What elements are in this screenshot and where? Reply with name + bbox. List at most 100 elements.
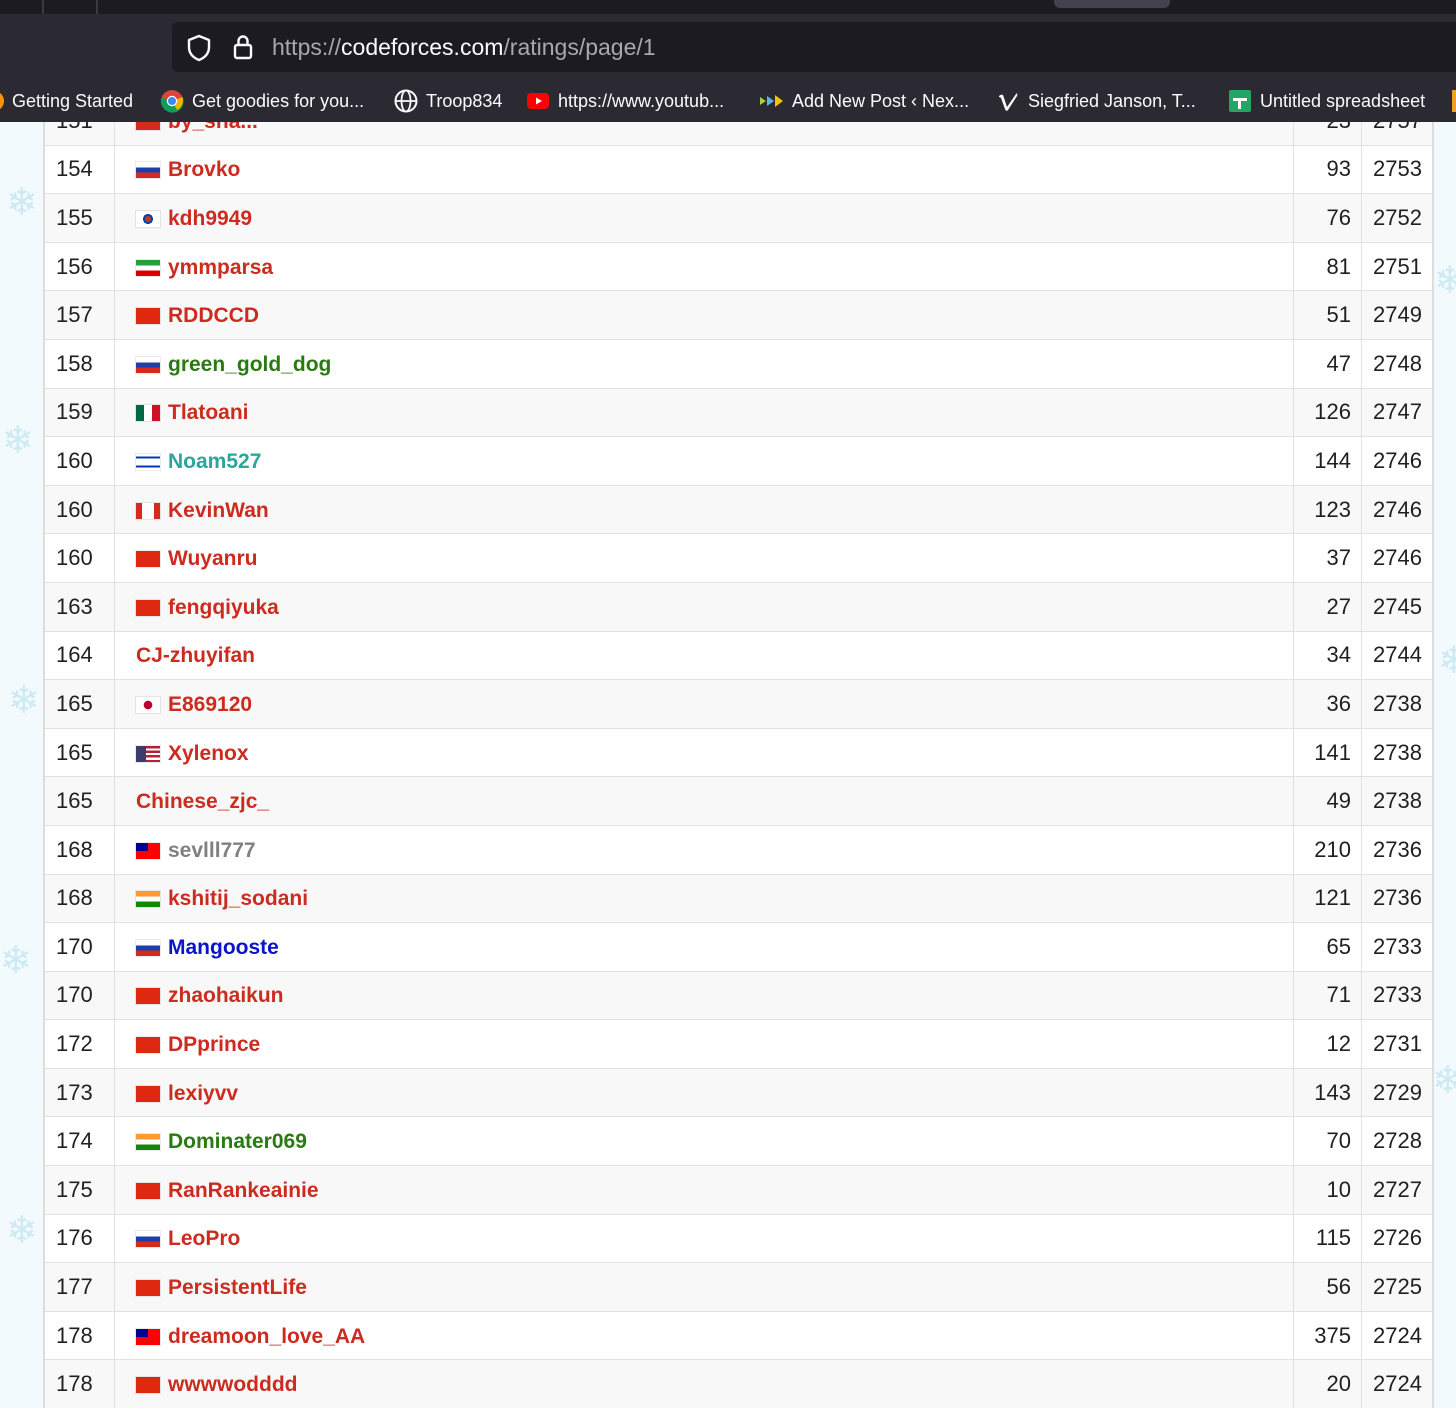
bookmark-label: Add New Post ‹ Nex... (792, 90, 970, 111)
user-handle-link[interactable]: Brovko (168, 158, 240, 181)
contests-cell: 37 (1293, 533, 1362, 583)
table-row: 173 lexiyvv 143 2729 (43, 1067, 1434, 1118)
url-scheme: https:// (272, 34, 342, 60)
table-row: 170 zhaohaikun 71 2733 (43, 970, 1434, 1021)
user-handle-link[interactable]: Mangooste (168, 936, 279, 959)
contests-cell: 93 (1293, 144, 1362, 195)
bookmarks-toolbar: Getting Started Get goodies for you... T… (0, 80, 1456, 123)
user-handle-link[interactable]: lexiyvv (168, 1082, 238, 1105)
snowflake-decoration: ❄ (1438, 640, 1456, 682)
user-handle-link[interactable]: DPprince (168, 1033, 260, 1056)
user-handle-link[interactable]: wwwwodddd (168, 1373, 297, 1396)
vimeo-icon (996, 89, 1020, 113)
user-handle-link[interactable]: Chinese_zjc_ (136, 790, 269, 813)
bookmark-troop834[interactable]: Troop834 (394, 88, 502, 114)
url-text[interactable]: https://codeforces.com/ratings/page/1 (272, 33, 656, 61)
rating-cell: 2749 (1361, 290, 1434, 340)
rating-cell: 2751 (1361, 241, 1434, 292)
rating-cell: 2753 (1361, 144, 1434, 195)
user-handle-link[interactable]: LeoPro (168, 1227, 240, 1250)
user-handle-link[interactable]: Tlatoani (168, 401, 249, 424)
handle-cell: DPprince (114, 1019, 1294, 1069)
rating-cell: 2736 (1361, 873, 1434, 924)
flag-cn-icon (136, 551, 160, 568)
user-handle-link[interactable]: sevlll777 (168, 839, 256, 862)
rank-cell: 170 (43, 922, 115, 972)
contests-cell: 23 (1293, 122, 1362, 146)
shield-icon[interactable] (186, 34, 212, 67)
flag-cn-icon (136, 1377, 160, 1394)
user-handle-link[interactable]: RDDCCD (168, 304, 259, 327)
rank-cell: 164 (43, 630, 115, 681)
ratings-table: 151 by_sha... 23 2757 154Brovko932753155… (43, 122, 1434, 1408)
rank-cell: 178 (43, 1310, 115, 1361)
bookmark-getting-started[interactable]: Getting Started (0, 88, 133, 114)
user-handle-link[interactable]: RanRankeainie (168, 1179, 319, 1202)
user-handle-link[interactable]: PersistentLife (168, 1276, 307, 1299)
rank-cell: 177 (43, 1262, 115, 1312)
user-handle-link[interactable]: ymmparsa (168, 256, 273, 279)
table-row-partial: 151 by_sha... 23 2757 (43, 122, 1434, 146)
snowflake-decoration: ❄ (1432, 1060, 1456, 1102)
active-tab[interactable] (1054, 0, 1170, 8)
bookmark-youtube[interactable]: https://www.youtub... (526, 88, 724, 114)
snowflake-decoration: ❄ (0, 940, 32, 982)
table-row: 158 green_gold_dog 47 2748 (43, 338, 1434, 389)
bookmark-add-new-post[interactable]: Add New Post ‹ Nex... (758, 88, 969, 114)
handle-cell: E869120 (114, 679, 1294, 729)
table-row: 178 wwwwodddd 20 2724 (43, 1359, 1434, 1408)
bookmark-label: Getting Started (12, 90, 134, 111)
user-handle-link[interactable]: kdh9949 (168, 207, 252, 230)
user-handle-link[interactable]: kshitij_sodani (168, 887, 308, 910)
rating-cell: 2731 (1361, 1019, 1434, 1069)
rank-cell: 165 (43, 776, 115, 826)
user-handle-link[interactable]: Dominater069 (168, 1130, 307, 1153)
contests-cell: 126 (1293, 387, 1362, 438)
bookmark-siegfried-janson[interactable]: Siegfried Janson, T... (996, 88, 1196, 114)
flag-il-icon (136, 453, 160, 470)
rating-cell: 2724 (1361, 1310, 1434, 1361)
flag-in-icon (136, 1134, 160, 1151)
rating-cell: 2726 (1361, 1213, 1434, 1264)
snowflake-decoration: ❄ (2, 420, 34, 462)
user-handle-link[interactable]: KevinWan (168, 499, 269, 522)
user-handle-link[interactable]: green_gold_dog (168, 353, 331, 376)
user-handle-link[interactable]: Xylenox (168, 742, 249, 765)
rating-cell: 2752 (1361, 193, 1434, 243)
rank-cell: 160 (43, 484, 115, 535)
user-handle-link[interactable]: Wuyanru (168, 547, 257, 570)
handle-cell: green_gold_dog (114, 338, 1294, 389)
rank-cell: 154 (43, 144, 115, 195)
user-handle-link[interactable]: CJ-zhuyifan (136, 644, 255, 667)
user-handle-link[interactable]: zhaohaikun (168, 984, 284, 1007)
contests-cell: 27 (1293, 581, 1362, 632)
table-row: 157 RDDCCD 51 2749 (43, 290, 1434, 340)
table-row: 159 Tlatoani 126 2747 (43, 387, 1434, 438)
address-bar[interactable]: https://codeforces.com/ratings/page/1 (172, 22, 1456, 72)
rank-cell: 158 (43, 338, 115, 389)
flag-cn-icon (136, 122, 160, 130)
table-row: 165 Chinese_zjc_ 49 2738 (43, 776, 1434, 826)
contests-cell: 76 (1293, 193, 1362, 243)
handle-cell: Brovko (114, 144, 1294, 195)
bookmark-untitled-spreadsheet[interactable]: Untitled spreadsheet (1228, 88, 1425, 114)
contests-cell: 210 (1293, 824, 1362, 875)
user-handle-link[interactable]: by_sha... (168, 122, 258, 133)
user-handle-link[interactable]: dreamoon_love_AA (168, 1325, 365, 1348)
lock-icon[interactable] (232, 33, 254, 66)
handle-cell: kdh9949 (114, 193, 1294, 243)
bookmark-get-goodies[interactable]: Get goodies for you... (160, 88, 364, 114)
rank-cell: 168 (43, 824, 115, 875)
flag-cn-icon (136, 988, 160, 1005)
bookmark-overflow-edge[interactable] (1452, 90, 1456, 112)
rank-cell: 151 (43, 122, 115, 146)
rating-cell: 2724 (1361, 1359, 1434, 1408)
user-handle-link[interactable]: fengqiyuka (168, 596, 279, 619)
flag-ca-icon (136, 502, 160, 519)
flag-cn-icon (136, 308, 160, 325)
handle-cell: Noam527 (114, 436, 1294, 486)
user-handle-link[interactable]: E869120 (168, 693, 252, 716)
handle-cell: ymmparsa (114, 241, 1294, 292)
handle-cell: PersistentLife (114, 1262, 1294, 1312)
user-handle-link[interactable]: Noam527 (168, 450, 261, 473)
